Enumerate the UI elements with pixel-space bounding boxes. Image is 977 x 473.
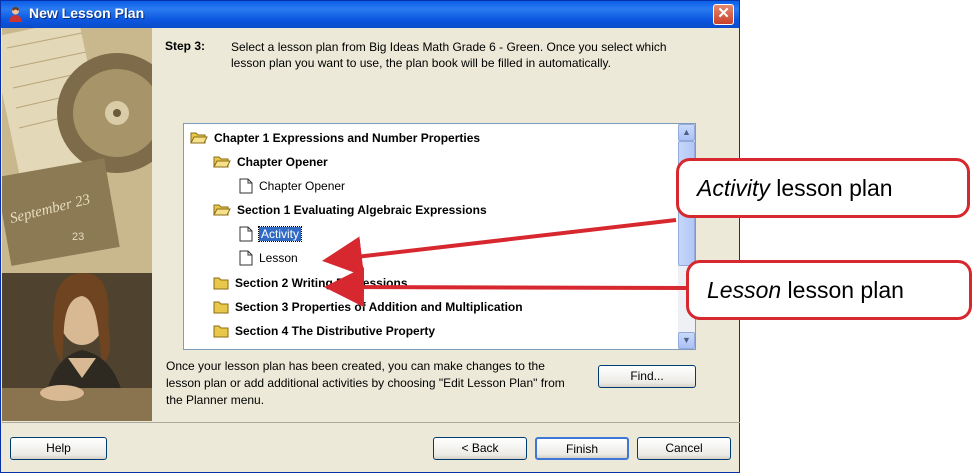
folder-closed-icon [213,277,229,290]
tree-item-label: Section 2 Writing Expressions [235,276,408,290]
tree-item-label: Section 1 Evaluating Algebraic Expressio… [237,203,487,217]
tree-item-section-4[interactable]: Section 4 The Distributive Property [213,321,435,341]
close-icon: ✕ [717,5,730,22]
document-icon [239,250,253,266]
lesson-plan-tree[interactable]: Chapter 1 Expressions and Number Propert… [183,123,696,350]
tree-item-label-selected: Activity [257,226,303,242]
teacher-photo-illustration: September 23 23 [2,28,152,421]
tree-item-activity[interactable]: Activity [239,224,303,244]
folder-open-icon [190,132,208,144]
folder-open-icon [213,156,231,168]
tree-item-label: Chapter Opener [259,179,346,193]
step-label: Step 3: [165,39,206,53]
tree-item-label: Lesson [259,251,298,265]
close-button[interactable]: ✕ [713,4,734,25]
chevron-down-icon: ▼ [682,335,691,345]
cancel-button[interactable]: Cancel [637,437,731,460]
tree-item-chapter-1[interactable]: Chapter 1 Expressions and Number Propert… [190,128,480,148]
tree-item-lesson[interactable]: Lesson [239,248,298,268]
folder-open-icon [213,204,231,216]
callout-emphasis: Lesson [707,276,782,303]
lesson-plan-app-icon [9,7,22,22]
calendar-number: 23 [72,231,84,243]
callout-emphasis: Activity [697,174,770,201]
chevron-up-icon: ▲ [682,127,691,137]
tree-item-label: Chapter 1 Expressions and Number Propert… [214,131,481,145]
tree-item-label: Section 3 Properties of Addition and Mul… [235,300,523,314]
finish-button[interactable]: Finish [535,437,629,460]
step-instructions: Select a lesson plan from Big Ideas Math… [231,40,667,70]
footer-divider [2,422,740,423]
tree-item-label: Chapter Opener [237,155,328,169]
scroll-up-button[interactable]: ▲ [678,124,695,141]
tree-item-section-1[interactable]: Section 1 Evaluating Algebraic Expressio… [213,200,487,220]
tree-item-section-3[interactable]: Section 3 Properties of Addition and Mul… [213,297,523,317]
find-button[interactable]: Find... [598,365,696,388]
title-bar[interactable]: New Lesson Plan ✕ [1,1,739,28]
document-icon [239,178,253,194]
tree-item-chapter-opener-plan[interactable]: Chapter Opener [239,176,345,196]
folder-closed-icon [213,301,229,314]
help-button[interactable]: Help [10,437,107,460]
scroll-down-button[interactable]: ▼ [678,332,695,349]
help-note: Once your lesson plan has been created, … [166,359,565,407]
callout-text: lesson plan [769,174,893,201]
new-lesson-plan-dialog: New Lesson Plan ✕ September 23 23 Step 3… [0,0,740,473]
document-icon [239,226,253,242]
tree-item-chapter-opener-folder[interactable]: Chapter Opener [213,152,328,172]
back-button[interactable]: < Back [433,437,527,460]
tree-item-section-2[interactable]: Section 2 Writing Expressions [213,273,408,293]
tree-item-label: Section 4 The Distributive Property [235,324,436,338]
window-title: New Lesson Plan [29,5,145,21]
lesson-callout: Lesson lesson plan [686,260,972,320]
callout-text: lesson plan [781,276,904,303]
folder-closed-icon [213,325,229,338]
teacher-photo: September 23 23 [2,28,152,421]
activity-callout: Activity lesson plan [676,158,970,218]
